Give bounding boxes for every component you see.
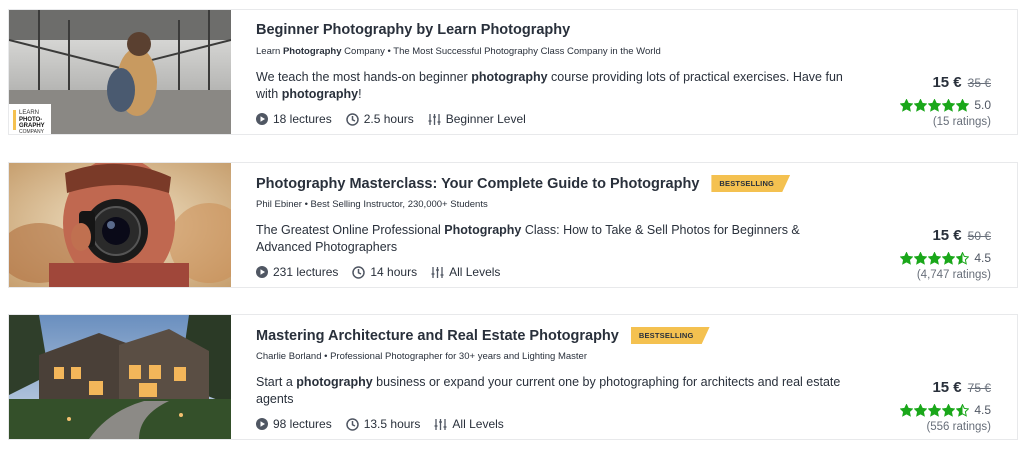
course-old-price: 35 € <box>967 76 991 90</box>
level-sliders-icon <box>434 418 447 430</box>
ratings-count: (15 ratings) <box>932 116 991 128</box>
star-icon <box>914 251 928 265</box>
star-icon <box>900 403 914 417</box>
course-duration: 2.5 hours <box>363 112 414 126</box>
course-card[interactable]: LEARN PHOTO- GRAPHY COMPANY Beginner Pho… <box>8 9 1018 135</box>
course-duration: 14 hours <box>370 265 418 279</box>
play-circle-icon <box>256 113 268 125</box>
rating-value: 4.5 <box>974 403 991 417</box>
star-icon <box>928 403 942 417</box>
star-icon <box>956 251 970 265</box>
course-old-price: 75 € <box>967 381 991 395</box>
course-stats: 18 lectures 2.5 hours Beginner Level <box>256 112 540 126</box>
star-icon <box>928 251 942 265</box>
lectures-count: 98 lectures <box>273 417 332 431</box>
course-card[interactable]: Mastering Architecture and Real Estate P… <box>8 314 1018 440</box>
bestselling-badge: BESTSELLING <box>711 175 791 192</box>
course-duration: 13.5 hours <box>363 417 421 431</box>
course-thumbnail[interactable] <box>9 315 231 439</box>
star-icon <box>900 98 914 112</box>
course-description: The Greatest Online Professional Photogr… <box>256 223 800 254</box>
star-icon <box>942 251 956 265</box>
svg-text:LEARN: LEARN <box>19 110 39 116</box>
course-title[interactable]: Beginner Photography by Learn Photograph… <box>256 22 570 38</box>
course-price: 15 € <box>932 74 962 91</box>
course-level: All Levels <box>452 417 504 431</box>
level-sliders-icon <box>428 113 441 125</box>
rating-stars <box>899 251 970 265</box>
rating-value: 4.5 <box>974 251 991 265</box>
course-price: 15 € <box>932 227 962 244</box>
course-instructor: Phil Ebiner • Best Selling Instructor, 2… <box>256 199 488 210</box>
lectures-count: 231 lectures <box>273 265 339 279</box>
play-circle-icon <box>256 418 268 430</box>
star-icon <box>956 98 970 112</box>
ratings-count: (4,747 ratings) <box>916 269 991 281</box>
star-icon <box>900 251 914 265</box>
star-icon <box>942 98 956 112</box>
course-title[interactable]: Mastering Architecture and Real Estate P… <box>256 328 619 344</box>
rating-value: 5.0 <box>974 98 991 112</box>
ratings-count: (556 ratings) <box>926 421 991 433</box>
course-thumbnail[interactable] <box>9 163 231 287</box>
course-stats: 231 lectures 14 hours All Levels <box>256 265 514 279</box>
star-icon <box>914 403 928 417</box>
rating-stars <box>899 98 970 112</box>
svg-text:COMPANY: COMPANY <box>19 129 45 134</box>
course-title[interactable]: Photography Masterclass: Your Complete G… <box>256 176 699 192</box>
course-stats: 98 lectures 13.5 hours All Levels <box>256 417 518 431</box>
rating-stars <box>899 403 970 417</box>
bestselling-badge: BESTSELLING <box>630 327 710 344</box>
course-description: Start a photography business or expand y… <box>256 375 841 406</box>
level-sliders-icon <box>431 266 444 278</box>
clock-icon <box>345 417 359 431</box>
lectures-count: 18 lectures <box>273 112 332 126</box>
star-icon <box>928 98 942 112</box>
course-instructor: Charlie Borland • Professional Photograp… <box>256 351 588 362</box>
play-circle-icon <box>256 266 268 278</box>
clock-icon <box>345 112 359 126</box>
star-icon <box>942 403 956 417</box>
course-card[interactable]: Photography Masterclass: Your Complete G… <box>8 162 1018 288</box>
course-instructor: Learn Photography Company • The Most Suc… <box>256 46 661 57</box>
star-icon <box>956 403 970 417</box>
course-level: All Levels <box>449 265 501 279</box>
clock-icon <box>352 265 366 279</box>
course-thumbnail[interactable]: LEARN PHOTO- GRAPHY COMPANY <box>9 10 231 134</box>
star-icon <box>914 98 928 112</box>
course-description: We teach the most hands-on beginner phot… <box>256 70 843 101</box>
course-level: Beginner Level <box>445 112 526 126</box>
course-old-price: 50 € <box>967 229 991 243</box>
course-price: 15 € <box>932 379 962 396</box>
